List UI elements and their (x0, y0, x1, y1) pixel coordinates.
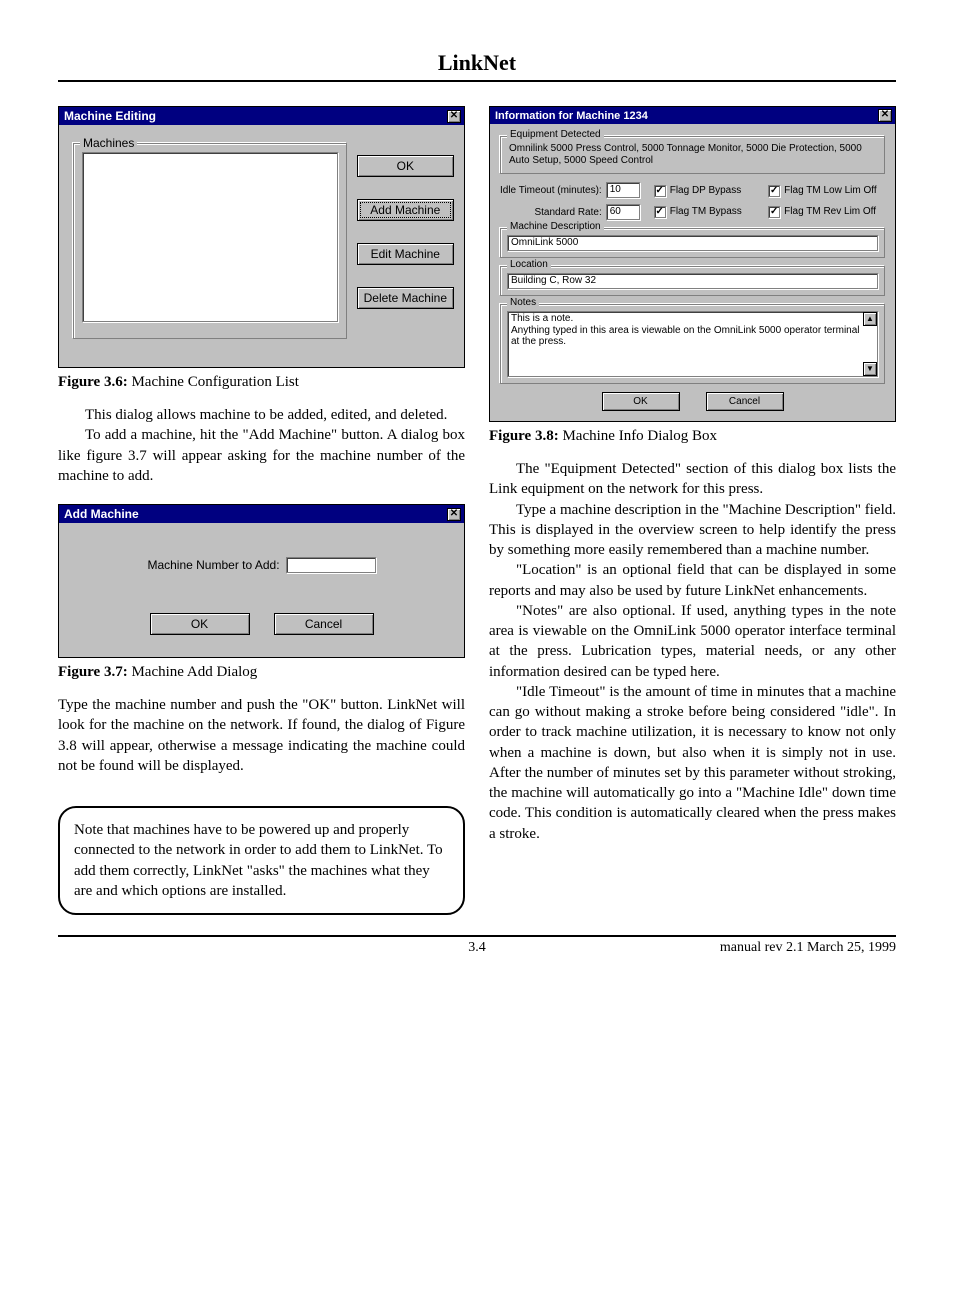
left-paragraph-1: This dialog allows machine to be added, … (58, 405, 465, 425)
figure-3-6-caption: Figure 3.6: Machine Configuration List (58, 374, 465, 391)
ok-button[interactable]: OK (150, 613, 250, 635)
footer-rule (58, 935, 896, 937)
header-rule (58, 80, 896, 82)
right-paragraph-4: "Notes" are also optional. If used, anyt… (489, 601, 896, 682)
machines-listbox[interactable] (82, 152, 338, 322)
location-input[interactable]: Building C, Row 32 (507, 273, 878, 289)
flag-tm-bypass-checkbox[interactable]: ✓Flag TM Bypass (654, 203, 750, 220)
left-paragraph-2: To add a machine, hit the "Add Machine" … (58, 425, 465, 486)
ok-button[interactable]: OK (602, 392, 680, 411)
flag-tm-lowlim-checkbox[interactable]: ✓Flag TM Low Lim Off (768, 182, 885, 199)
right-paragraph-3: "Location" is an optional field that can… (489, 560, 896, 601)
footer-revision: manual rev 2.1 March 25, 1999 (720, 940, 896, 956)
cancel-button[interactable]: Cancel (706, 392, 784, 411)
delete-machine-button[interactable]: Delete Machine (357, 287, 454, 309)
machine-description-legend: Machine Description (507, 221, 604, 232)
dialog-title: Add Machine (64, 507, 139, 521)
ok-button[interactable]: OK (357, 155, 454, 177)
dialog-titlebar: Add Machine ✕ (59, 505, 464, 523)
standard-rate-input[interactable]: 60 (606, 204, 640, 220)
dialog-titlebar: Information for Machine 1234 ✕ (490, 107, 895, 124)
machines-group-label: Machines (80, 136, 137, 150)
dialog-titlebar: Machine Editing ✕ (59, 107, 464, 125)
right-paragraph-1: The "Equipment Detected" section of this… (489, 459, 896, 500)
idle-timeout-label: Idle Timeout (minutes): (500, 185, 602, 196)
edit-machine-button[interactable]: Edit Machine (357, 243, 454, 265)
close-icon[interactable]: ✕ (878, 109, 892, 122)
figure-3-8-caption: Figure 3.8: Machine Info Dialog Box (489, 428, 896, 445)
machine-number-input[interactable] (286, 557, 376, 573)
add-machine-button[interactable]: Add Machine (357, 199, 454, 221)
page-title: LinkNet (58, 50, 896, 76)
notes-textarea[interactable]: This is a note. Anything typed in this a… (507, 311, 878, 377)
location-legend: Location (507, 259, 551, 270)
machine-editing-dialog: Machine Editing ✕ Machines OK Add Machin… (58, 106, 465, 368)
idle-timeout-input[interactable]: 10 (606, 182, 640, 198)
note-box: Note that machines have to be powered up… (58, 806, 465, 915)
equipment-detected-legend: Equipment Detected (507, 129, 604, 140)
machine-description-input[interactable]: OmniLink 5000 (507, 235, 878, 251)
right-paragraph-2: Type a machine description in the "Machi… (489, 500, 896, 561)
add-machine-dialog: Add Machine ✕ Machine Number to Add: OK … (58, 504, 465, 658)
scroll-down-icon[interactable]: ▼ (863, 362, 877, 376)
flag-dp-bypass-checkbox[interactable]: ✓Flag DP Bypass (654, 182, 750, 199)
left-paragraph-3: Type the machine number and push the "OK… (58, 695, 465, 776)
notes-legend: Notes (507, 297, 539, 308)
close-icon[interactable]: ✕ (447, 508, 461, 521)
standard-rate-label: Standard Rate: (534, 207, 601, 218)
scroll-up-icon[interactable]: ▲ (863, 312, 877, 326)
machine-info-dialog: Information for Machine 1234 ✕ Equipment… (489, 106, 896, 422)
equipment-detected-text: Omnilink 5000 Press Control, 5000 Tonnag… (509, 143, 876, 167)
figure-3-7-caption: Figure 3.7: Machine Add Dialog (58, 664, 465, 681)
flag-tm-revlim-checkbox[interactable]: ✓Flag TM Rev Lim Off (768, 203, 885, 220)
close-icon[interactable]: ✕ (447, 110, 461, 123)
right-paragraph-5: "Idle Timeout" is the amount of time in … (489, 682, 896, 844)
page-footer: 3.4 manual rev 2.1 March 25, 1999 (58, 940, 896, 956)
cancel-button[interactable]: Cancel (274, 613, 374, 635)
dialog-title: Information for Machine 1234 (495, 110, 648, 122)
machine-number-label: Machine Number to Add: (147, 558, 279, 572)
dialog-title: Machine Editing (64, 109, 156, 123)
